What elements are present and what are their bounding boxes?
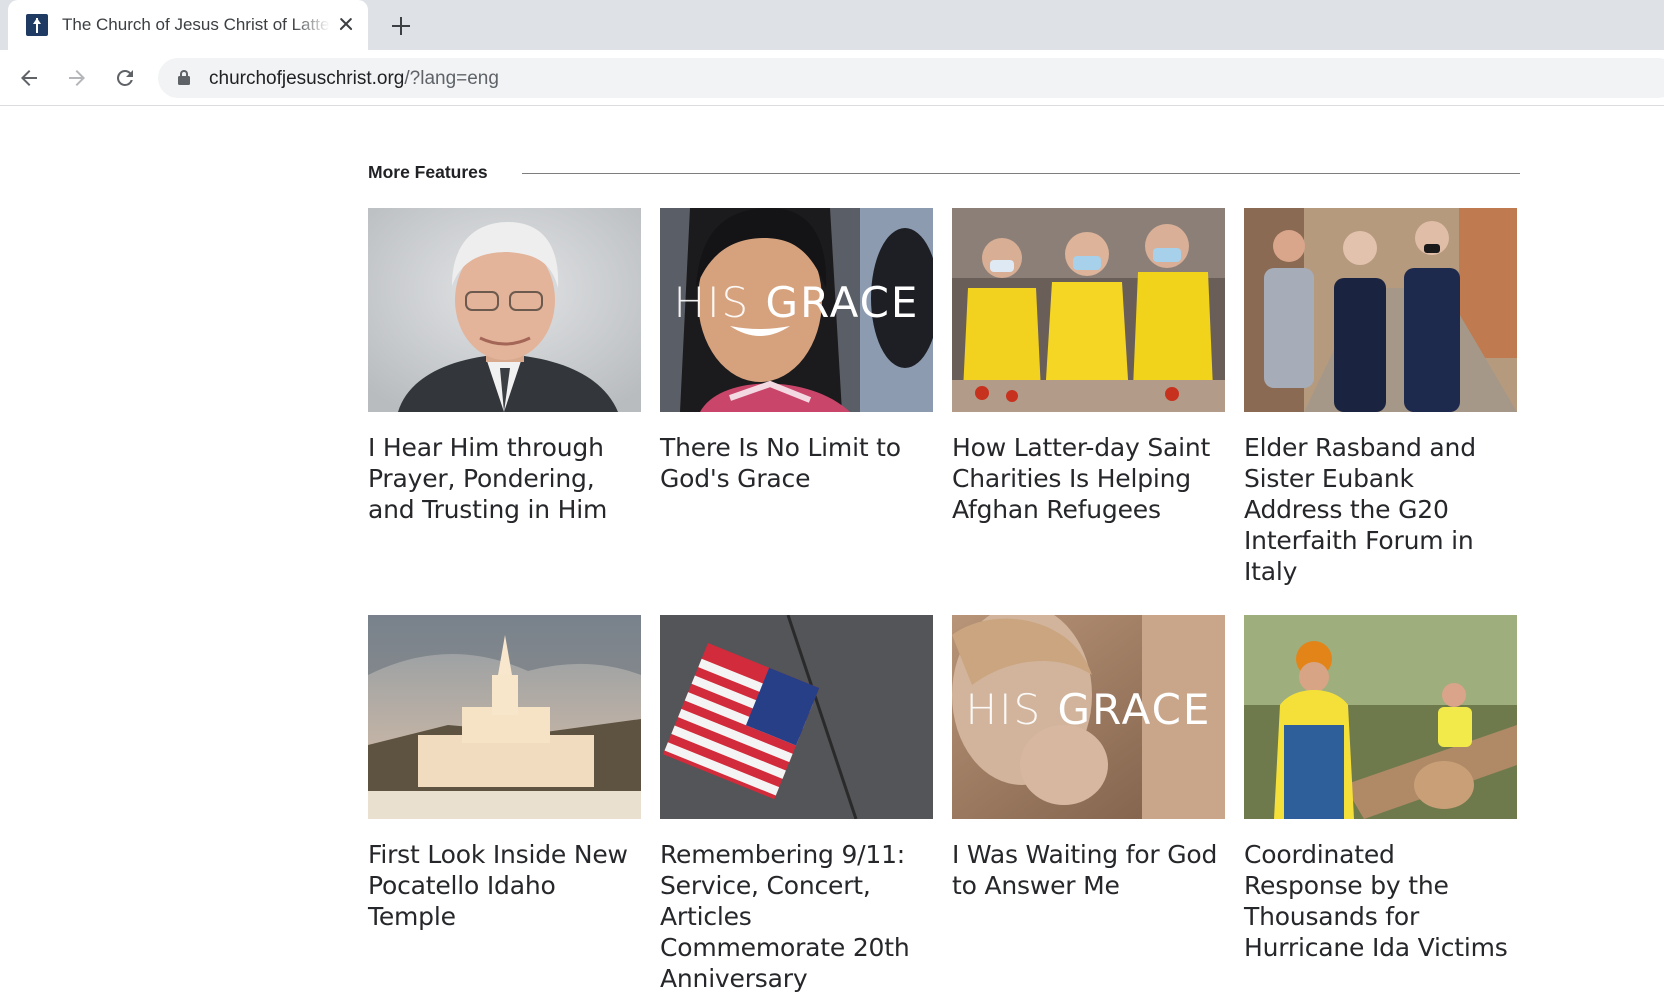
section-header: More Features: [368, 152, 1520, 196]
card-image-portrait[interactable]: [368, 208, 641, 412]
church-logo-icon: [26, 14, 48, 36]
card-title[interactable]: First Look Inside New Pocatello Idaho Te…: [368, 839, 641, 932]
card-title[interactable]: I Was Waiting for God to Answer Me: [952, 839, 1225, 901]
card-title[interactable]: I Hear Him through Prayer, Pondering, an…: [368, 432, 641, 525]
card-image-his-grace[interactable]: HIS GRACE: [952, 615, 1225, 819]
close-icon[interactable]: [333, 11, 359, 37]
card-title[interactable]: There Is No Limit to God's Grace: [660, 432, 933, 494]
url-text[interactable]: churchofjesuschrist.org/?lang=eng: [209, 68, 499, 90]
card-title[interactable]: Coordinated Response by the Thousands fo…: [1244, 839, 1517, 963]
card-image-storm-cleanup[interactable]: [1244, 615, 1517, 819]
card-title[interactable]: How Latter-day Saint Charities Is Helpin…: [952, 432, 1225, 525]
url-path: /?lang=eng: [404, 68, 499, 89]
card-image-flag-memorial[interactable]: [660, 615, 933, 819]
lock-icon[interactable]: [178, 70, 190, 85]
url-host: churchofjesuschrist.org: [209, 68, 405, 89]
forward-arrow-icon[interactable]: [59, 60, 95, 96]
back-arrow-icon[interactable]: [11, 60, 47, 96]
card-image-street-walk[interactable]: [1244, 208, 1517, 412]
browser-toolbar: churchofjesuschrist.org/?lang=eng: [0, 50, 1664, 106]
card-image-his-grace[interactable]: HIS GRACE: [660, 208, 933, 412]
section-divider: [522, 173, 1520, 174]
browser-tab[interactable]: The Church of Jesus Christ of Latter-day…: [8, 0, 368, 50]
card-title[interactable]: Elder Rasband and Sister Eubank Address …: [1244, 432, 1517, 587]
card-image-volunteers[interactable]: [952, 208, 1225, 412]
card-title[interactable]: Remembering 9/11: Service, Concert, Arti…: [660, 839, 933, 994]
tab-title: The Church of Jesus Christ of Latter-day…: [62, 15, 330, 34]
plus-icon[interactable]: [386, 11, 416, 41]
grace-overlay-text: HIS GRACE: [673, 278, 920, 327]
card-image-temple[interactable]: [368, 615, 641, 819]
reload-icon[interactable]: [107, 60, 143, 96]
section-title: More Features: [368, 162, 488, 182]
browser-tab-strip: The Church of Jesus Christ of Latter-day…: [0, 0, 1664, 50]
grace-overlay-text: HIS GRACE: [965, 685, 1212, 734]
more-features-section: More Features I Hear Him through Prayer,…: [368, 152, 1520, 993]
address-bar[interactable]: churchofjesuschrist.org/?lang=eng: [158, 58, 1664, 98]
